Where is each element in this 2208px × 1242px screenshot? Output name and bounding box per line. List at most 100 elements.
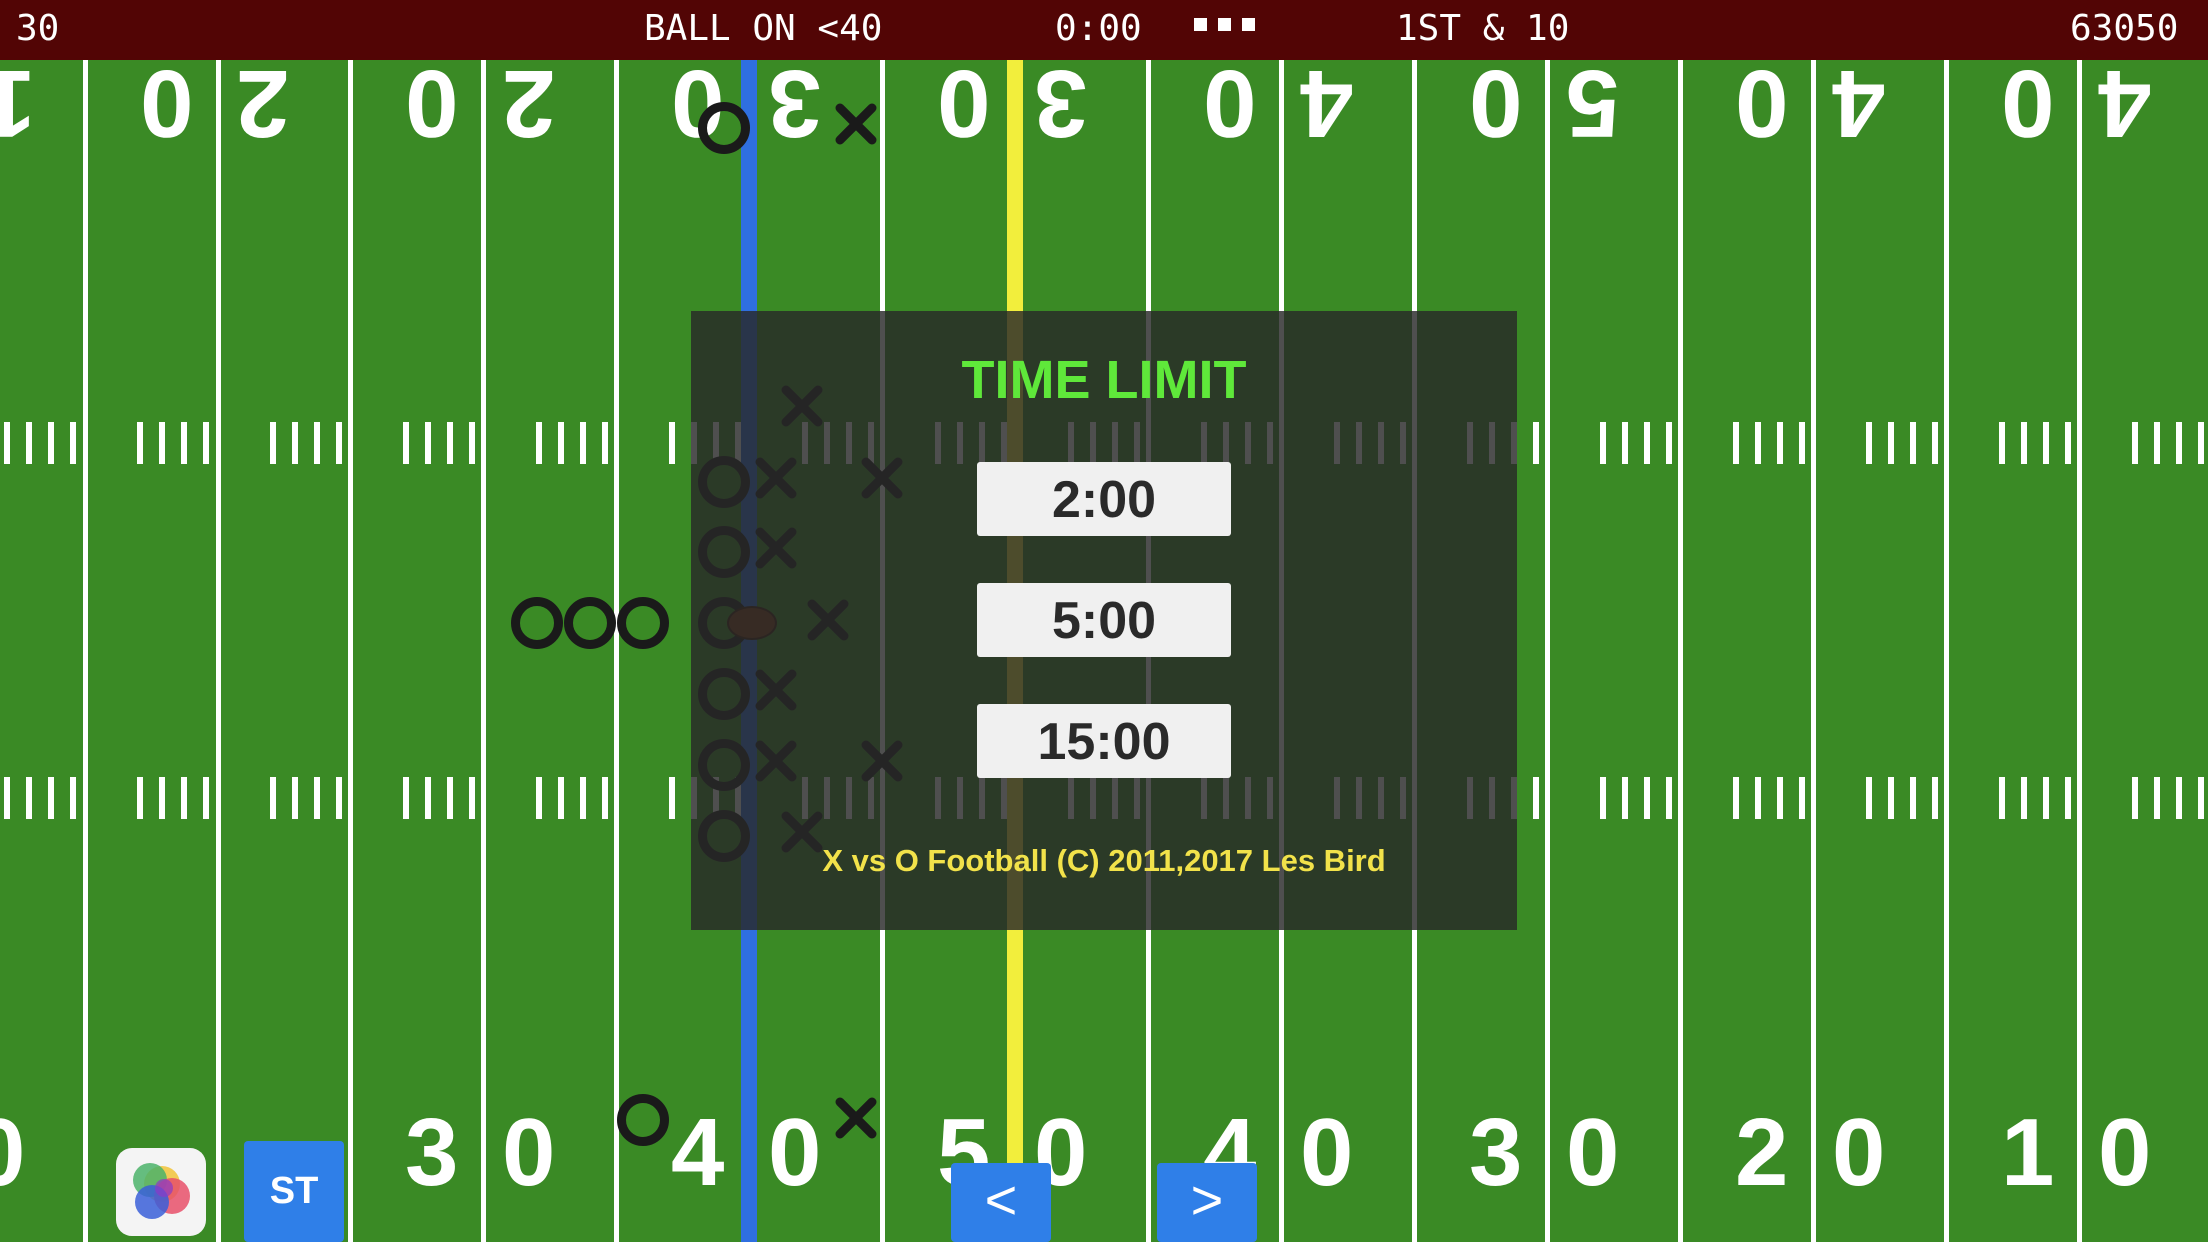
st-button[interactable]: ST xyxy=(244,1141,344,1242)
hash-mark xyxy=(159,422,165,464)
offense-player xyxy=(564,597,616,649)
hash-mark xyxy=(558,777,564,819)
field-number: 0 xyxy=(140,50,194,157)
field-number: 2 xyxy=(502,50,556,157)
field-number: 0 xyxy=(1203,50,1257,157)
field-number: 1 xyxy=(0,50,35,157)
field-number: 0 xyxy=(405,50,459,157)
hash-mark xyxy=(2198,777,2204,819)
field-number: 3 xyxy=(768,50,822,157)
game-clock: 0:00 xyxy=(1055,8,1142,49)
defense-player xyxy=(835,103,877,145)
hash-mark xyxy=(70,422,76,464)
time-option-2-00-button[interactable]: 2:00 xyxy=(977,462,1231,536)
field-number: 4 xyxy=(2098,50,2152,157)
scoreboard-right-value: 63050 xyxy=(2070,8,2179,49)
menu-dots-icon[interactable] xyxy=(1194,16,1256,32)
hash-mark xyxy=(137,422,143,464)
hash-mark xyxy=(1777,422,1783,464)
field-number: 0 xyxy=(2001,50,2055,157)
hash-mark xyxy=(181,422,187,464)
hash-mark xyxy=(403,777,409,819)
hash-mark xyxy=(1910,777,1916,819)
dialog-title: TIME LIMIT xyxy=(961,350,1247,410)
previous-button[interactable]: < xyxy=(951,1163,1051,1242)
time-option-15-00-button[interactable]: 15:00 xyxy=(977,704,1231,778)
hash-mark xyxy=(1888,777,1894,819)
hash-mark xyxy=(26,422,32,464)
field-number: 0 xyxy=(768,1099,822,1206)
hash-mark xyxy=(1644,777,1650,819)
hash-mark xyxy=(1666,777,1672,819)
hash-mark xyxy=(26,777,32,819)
hash-mark xyxy=(1622,422,1628,464)
hash-mark xyxy=(2176,422,2182,464)
offense-player xyxy=(698,102,750,154)
yard-line xyxy=(2077,60,2082,1242)
down-and-distance: 1ST & 10 xyxy=(1396,8,1570,49)
hash-mark xyxy=(48,422,54,464)
hash-mark xyxy=(580,422,586,464)
hash-mark xyxy=(2132,777,2138,819)
hash-mark xyxy=(580,777,586,819)
hash-mark xyxy=(2154,777,2160,819)
hash-mark xyxy=(2132,422,2138,464)
field-number: 5 xyxy=(1566,50,1620,157)
hash-mark xyxy=(2154,422,2160,464)
hash-mark xyxy=(270,422,276,464)
hash-mark xyxy=(336,422,342,464)
yard-line xyxy=(348,60,353,1242)
hash-mark xyxy=(1866,777,1872,819)
hash-mark xyxy=(1932,422,1938,464)
hash-mark xyxy=(1910,422,1916,464)
hash-mark xyxy=(2065,777,2071,819)
next-button[interactable]: > xyxy=(1157,1163,1257,1242)
hash-mark xyxy=(203,422,209,464)
offense-player xyxy=(511,597,563,649)
hash-mark xyxy=(1999,777,2005,819)
hash-mark xyxy=(425,777,431,819)
hash-mark xyxy=(2043,422,2049,464)
field-number: 0 xyxy=(2098,1099,2152,1206)
hash-mark xyxy=(1932,777,1938,819)
hash-mark xyxy=(314,777,320,819)
hash-mark xyxy=(4,777,10,819)
yard-line xyxy=(1811,60,1816,1242)
field-number: 0 xyxy=(1300,1099,1354,1206)
hash-mark xyxy=(336,777,342,819)
field-number: 3 xyxy=(1469,1099,1523,1206)
hash-mark xyxy=(70,777,76,819)
hash-mark xyxy=(1600,777,1606,819)
field-number: 1 xyxy=(2001,1099,2055,1206)
hash-mark xyxy=(203,777,209,819)
scoreboard: 30 BALL ON <40 0:00 1ST & 10 63050 xyxy=(0,0,2208,60)
field-number: 0 xyxy=(502,1099,556,1206)
yard-line xyxy=(216,60,221,1242)
hash-mark xyxy=(447,422,453,464)
offense-player xyxy=(617,597,669,649)
time-option-5-00-button[interactable]: 5:00 xyxy=(977,583,1231,657)
field-number: 0 xyxy=(1566,1099,1620,1206)
hash-mark xyxy=(1866,422,1872,464)
hash-mark xyxy=(1799,777,1805,819)
hash-mark xyxy=(447,777,453,819)
hash-mark xyxy=(536,777,542,819)
hash-mark xyxy=(2176,777,2182,819)
field-number: 0 xyxy=(937,50,991,157)
game-center-icon[interactable] xyxy=(116,1148,206,1236)
yard-line xyxy=(1944,60,1949,1242)
hash-mark xyxy=(425,422,431,464)
hash-mark xyxy=(1533,422,1539,464)
hash-mark xyxy=(669,422,675,464)
hash-mark xyxy=(1888,422,1894,464)
hash-mark xyxy=(137,777,143,819)
hash-mark xyxy=(403,422,409,464)
hash-mark xyxy=(1600,422,1606,464)
hash-mark xyxy=(602,777,608,819)
hash-mark xyxy=(292,777,298,819)
ball-position: BALL ON <40 xyxy=(644,8,883,49)
hash-mark xyxy=(2065,422,2071,464)
hash-mark xyxy=(1622,777,1628,819)
hash-mark xyxy=(1666,422,1672,464)
field-number: 0 xyxy=(1469,50,1523,157)
